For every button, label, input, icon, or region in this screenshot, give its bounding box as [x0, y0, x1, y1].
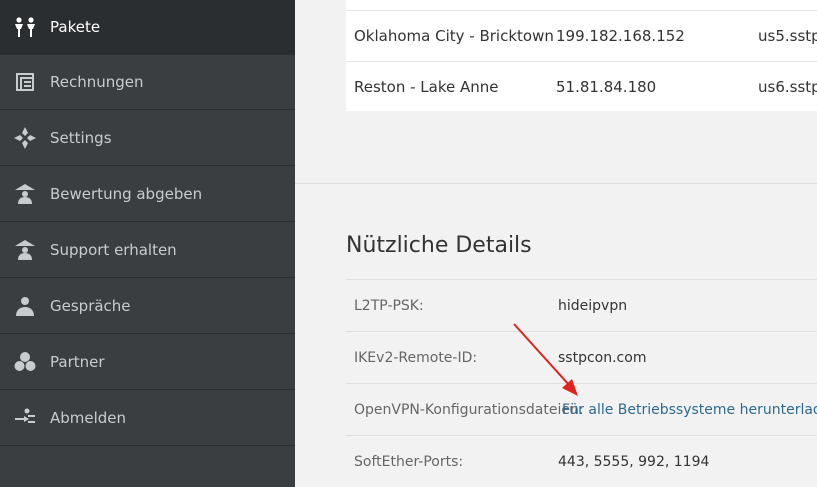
rating-icon [12, 181, 38, 207]
details-title: Nützliche Details [346, 233, 532, 258]
people-icon [12, 14, 38, 40]
sidebar-item-label: Gespräche [50, 297, 131, 315]
sidebar-item-abmelden[interactable]: Abmelden [0, 391, 295, 446]
openvpn-download-link[interactable]: Für alle Betriebssysteme herunterladen [562, 384, 817, 435]
partner-icon [12, 349, 38, 375]
sidebar-item-pakete[interactable]: Pakete [0, 0, 295, 55]
divider [295, 183, 817, 184]
server-location: Reston - Lake Anne [354, 77, 499, 96]
server-ip: 199.182.168.152 [556, 26, 685, 45]
sidebar-item-label: Pakete [50, 18, 101, 36]
main-content: Oklahoma City - Bricktown 199.182.168.15… [295, 0, 817, 487]
server-location: Oklahoma City - Bricktown [354, 26, 554, 45]
detail-label: SoftEther-Ports: [354, 453, 464, 470]
detail-value: hideipvpn [558, 297, 628, 314]
detail-row-l2tp: L2TP-PSK: hideipvpn [346, 279, 817, 331]
detail-label: OpenVPN-Konfigurationsdateien: [354, 401, 584, 418]
sidebar-item-support[interactable]: Support erhalten [0, 223, 295, 278]
sidebar-item-partner[interactable]: Partner [0, 335, 295, 390]
server-host: us6.sstp [758, 77, 817, 96]
sidebar-item-label: Settings [50, 129, 112, 147]
server-ip: 51.81.84.180 [556, 77, 657, 96]
detail-value: sstpcon.com [558, 349, 647, 366]
chat-icon [12, 293, 38, 319]
detail-row-softether: SoftEther-Ports: 443, 5555, 992, 1194 [346, 435, 817, 487]
sidebar-item-rechnungen[interactable]: Rechnungen [0, 55, 295, 110]
server-table: Oklahoma City - Bricktown 199.182.168.15… [346, 0, 817, 111]
sidebar-item-label: Rechnungen [50, 73, 144, 91]
support-icon [12, 237, 38, 263]
server-host: us5.sstp [758, 26, 817, 45]
sidebar-item-label: Abmelden [50, 409, 127, 427]
sidebar-item-label: Support erhalten [50, 241, 177, 259]
table-row: Reston - Lake Anne 51.81.84.180 us6.sstp [346, 61, 817, 111]
detail-row-ikev2: IKEv2-Remote-ID: sstpcon.com [346, 331, 817, 383]
table-row: Oklahoma City - Bricktown 199.182.168.15… [346, 10, 817, 60]
sidebar-item-settings[interactable]: Settings [0, 111, 295, 166]
detail-value: 443, 5555, 992, 1194 [558, 453, 710, 470]
sidebar: Pakete Rechnungen Settings Bewertung abg… [0, 0, 295, 487]
invoice-icon [12, 69, 38, 95]
sidebar-item-label: Bewertung abgeben [50, 185, 203, 203]
detail-row-openvpn: OpenVPN-Konfigurationsdateien: Für alle … [346, 383, 817, 435]
detail-label: L2TP-PSK: [354, 297, 424, 314]
settings-icon [12, 125, 38, 151]
detail-label: IKEv2-Remote-ID: [354, 349, 478, 366]
sidebar-item-bewertung[interactable]: Bewertung abgeben [0, 167, 295, 222]
sidebar-item-label: Partner [50, 353, 105, 371]
logout-icon [12, 405, 38, 431]
sidebar-item-gespraeche[interactable]: Gespräche [0, 279, 295, 334]
